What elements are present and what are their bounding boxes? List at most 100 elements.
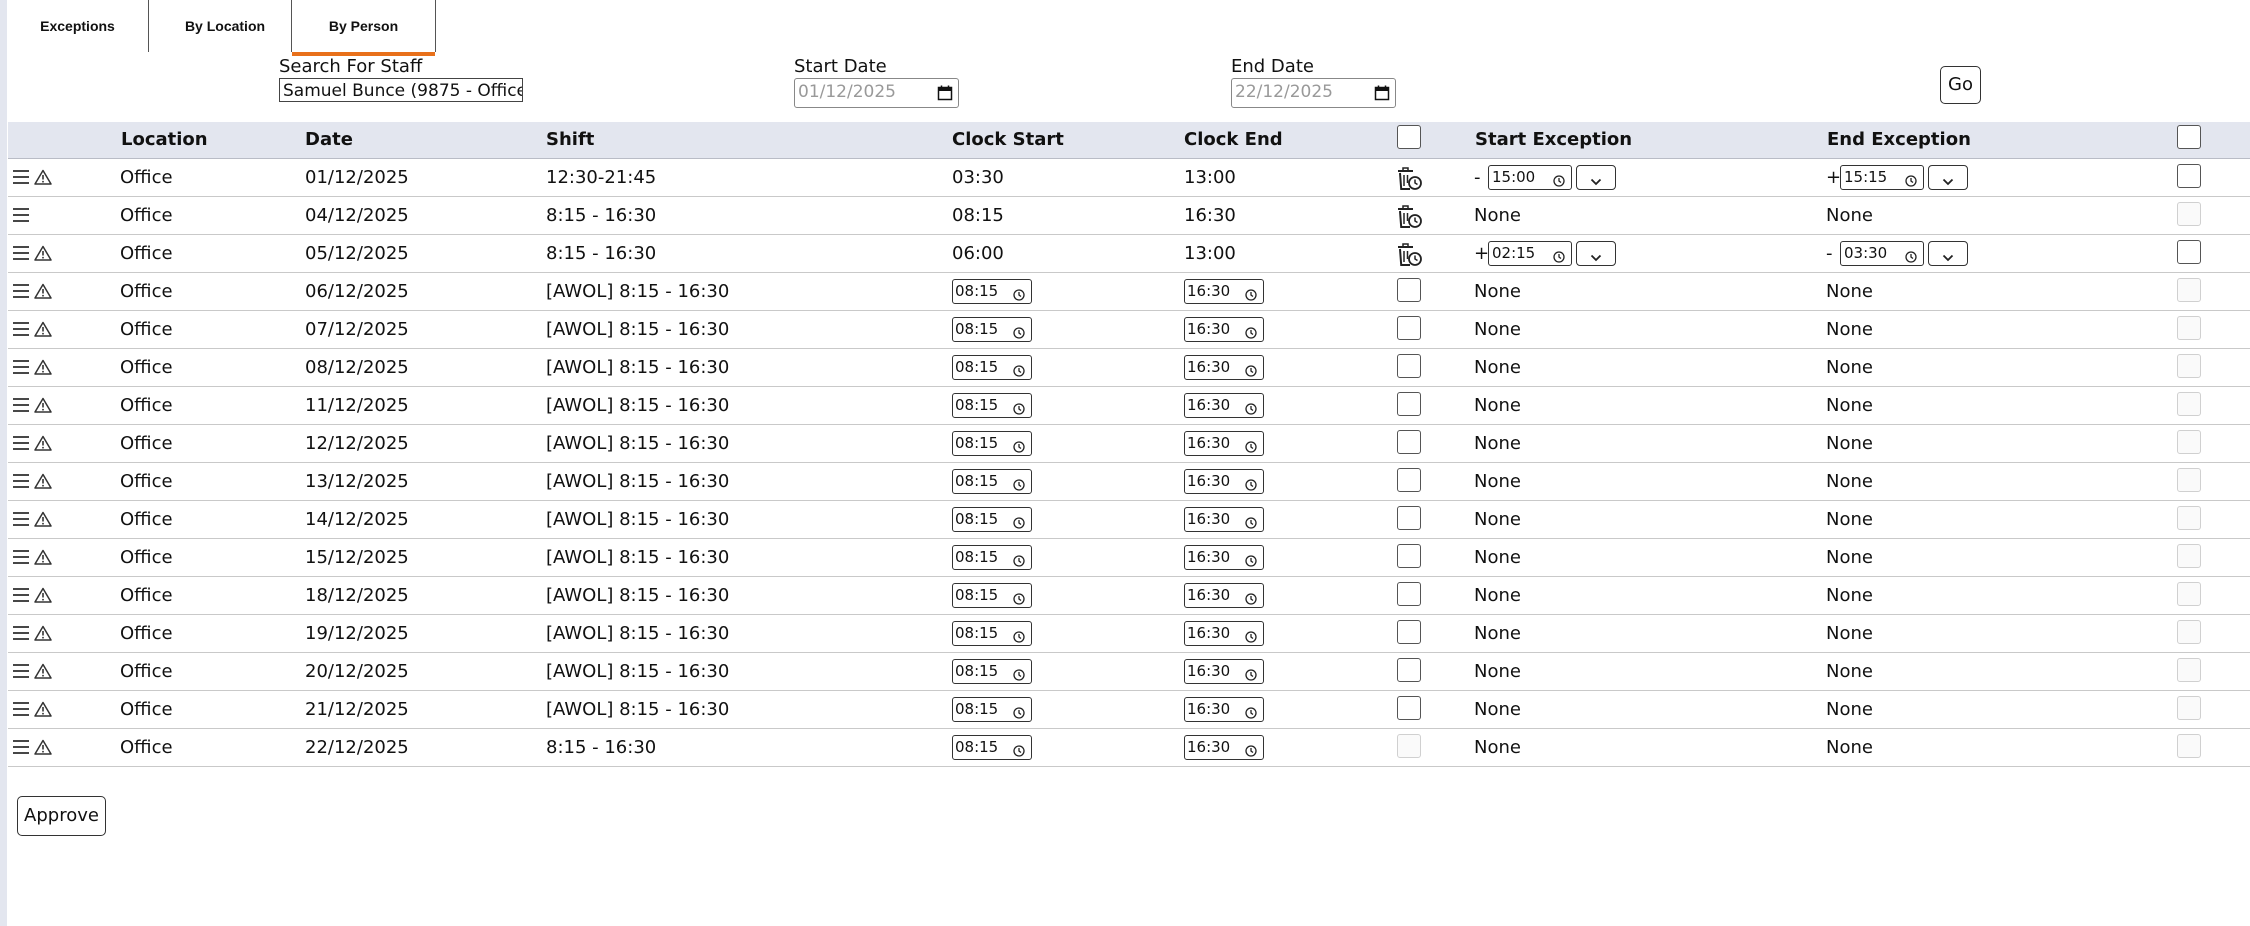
approve-checkbox[interactable] <box>2177 506 2201 530</box>
clock-start-input[interactable]: 08:15 <box>952 317 1032 342</box>
tab-by-location[interactable]: By Location <box>148 0 301 52</box>
approve-button[interactable]: Approve <box>17 796 106 836</box>
row-actions <box>12 501 56 539</box>
clock-start-input[interactable]: 08:15 <box>952 697 1032 722</box>
delete-clock-icon[interactable] <box>1397 205 1423 233</box>
menu-icon[interactable] <box>12 245 30 265</box>
row-checkbox[interactable] <box>1397 392 1421 416</box>
clock-icon <box>1245 589 1257 611</box>
approve-checkbox[interactable] <box>2177 392 2201 416</box>
clock-end-input[interactable]: 16:30 <box>1184 659 1264 684</box>
delete-clock-icon[interactable] <box>1397 167 1423 195</box>
exception-time-input[interactable]: 02:15 <box>1488 241 1572 266</box>
go-button[interactable]: Go <box>1940 66 1981 104</box>
menu-icon[interactable] <box>12 321 30 341</box>
search-staff-input[interactable]: Samuel Bunce (9875 - Office <box>279 78 523 102</box>
clock-start-input[interactable]: 08:15 <box>952 621 1032 646</box>
menu-icon[interactable] <box>12 397 30 417</box>
row-checkbox[interactable] <box>1397 506 1421 530</box>
approve-checkbox[interactable] <box>2177 240 2201 264</box>
menu-icon[interactable] <box>12 511 30 531</box>
clock-end-input[interactable]: 16:30 <box>1184 317 1264 342</box>
clock-start-input[interactable]: 08:15 <box>952 545 1032 570</box>
clock-start-input[interactable]: 08:15 <box>952 431 1032 456</box>
approve-checkbox[interactable] <box>2177 430 2201 454</box>
exception-time-input[interactable]: 15:00 <box>1488 165 1572 190</box>
row-checkbox[interactable] <box>1397 696 1421 720</box>
end-date-input[interactable]: 22/12/2025 <box>1231 78 1396 108</box>
start-exception-cell: None <box>1474 547 1521 568</box>
delete-clock-icon[interactable] <box>1397 243 1423 271</box>
menu-icon[interactable] <box>12 549 30 569</box>
approve-checkbox[interactable] <box>2177 734 2201 758</box>
row-checkbox[interactable] <box>1397 278 1421 302</box>
clock-start-input[interactable]: 08:15 <box>952 583 1032 608</box>
menu-icon[interactable] <box>12 739 30 759</box>
clock-start-input[interactable]: 08:15 <box>952 469 1032 494</box>
start-date-input[interactable]: 01/12/2025 <box>794 78 959 108</box>
row-actions <box>12 159 56 197</box>
row-checkbox[interactable] <box>1397 658 1421 682</box>
menu-icon[interactable] <box>12 283 30 303</box>
clock-end-input[interactable]: 16:30 <box>1184 507 1264 532</box>
calendar-icon[interactable] <box>1374 85 1390 101</box>
exception-reason-select[interactable] <box>1576 241 1616 266</box>
clock-end-input[interactable]: 16:30 <box>1184 469 1264 494</box>
clock-end-input[interactable]: 16:30 <box>1184 621 1264 646</box>
calendar-icon[interactable] <box>937 85 953 101</box>
approve-checkbox[interactable] <box>2177 164 2201 188</box>
menu-icon[interactable] <box>12 207 30 227</box>
menu-icon[interactable] <box>12 473 30 493</box>
clock-end-input[interactable]: 16:30 <box>1184 583 1264 608</box>
clock-end-input[interactable]: 16:30 <box>1184 431 1264 456</box>
approve-checkbox[interactable] <box>2177 202 2201 226</box>
approve-checkbox[interactable] <box>2177 620 2201 644</box>
approve-checkbox[interactable] <box>2177 354 2201 378</box>
row-checkbox[interactable] <box>1397 468 1421 492</box>
approve-checkbox[interactable] <box>2177 278 2201 302</box>
table-header: Location Date Shift Clock Start Clock En… <box>8 122 2250 159</box>
menu-icon[interactable] <box>12 359 30 379</box>
menu-icon[interactable] <box>12 435 30 455</box>
row-checkbox[interactable] <box>1397 354 1421 378</box>
menu-icon[interactable] <box>12 625 30 645</box>
exception-time-input[interactable]: 15:15 <box>1840 165 1924 190</box>
tab-exceptions[interactable]: Exceptions <box>10 0 145 52</box>
select-all-approve-checkbox[interactable] <box>2177 125 2201 149</box>
clock-start-input[interactable]: 08:15 <box>952 735 1032 760</box>
row-checkbox[interactable] <box>1397 430 1421 454</box>
row-checkbox[interactable] <box>1397 316 1421 340</box>
exception-time-input[interactable]: 03:30 <box>1840 241 1924 266</box>
menu-icon[interactable] <box>12 701 30 721</box>
clock-end-input[interactable]: 16:30 <box>1184 355 1264 380</box>
approve-checkbox[interactable] <box>2177 316 2201 340</box>
clock-start-input[interactable]: 08:15 <box>952 355 1032 380</box>
approve-checkbox[interactable] <box>2177 582 2201 606</box>
clock-end-input[interactable]: 16:30 <box>1184 279 1264 304</box>
row-checkbox[interactable] <box>1397 582 1421 606</box>
row-checkbox[interactable] <box>1397 620 1421 644</box>
exception-reason-select[interactable] <box>1928 165 1968 190</box>
approve-checkbox[interactable] <box>2177 696 2201 720</box>
menu-icon[interactable] <box>12 169 30 189</box>
approve-checkbox[interactable] <box>2177 544 2201 568</box>
clock-start-input[interactable]: 08:15 <box>952 393 1032 418</box>
row-checkbox[interactable] <box>1397 734 1421 758</box>
clock-start-input[interactable]: 08:15 <box>952 279 1032 304</box>
exception-reason-select[interactable] <box>1928 241 1968 266</box>
exception-reason-select[interactable] <box>1576 165 1616 190</box>
tab-by-person[interactable]: By Person <box>291 0 436 56</box>
clock-end-input[interactable]: 16:30 <box>1184 697 1264 722</box>
clock-end-input[interactable]: 16:30 <box>1184 545 1264 570</box>
approve-checkbox[interactable] <box>2177 658 2201 682</box>
menu-icon[interactable] <box>12 663 30 683</box>
clock-end-input[interactable]: 16:30 <box>1184 735 1264 760</box>
clock-end-input[interactable]: 16:30 <box>1184 393 1264 418</box>
clock-start-input[interactable]: 08:15 <box>952 507 1032 532</box>
approve-checkbox[interactable] <box>2177 468 2201 492</box>
menu-icon[interactable] <box>12 587 30 607</box>
date-cell: 21/12/2025 <box>305 699 409 720</box>
row-checkbox[interactable] <box>1397 544 1421 568</box>
select-all-checkbox[interactable] <box>1397 125 1421 149</box>
clock-start-input[interactable]: 08:15 <box>952 659 1032 684</box>
